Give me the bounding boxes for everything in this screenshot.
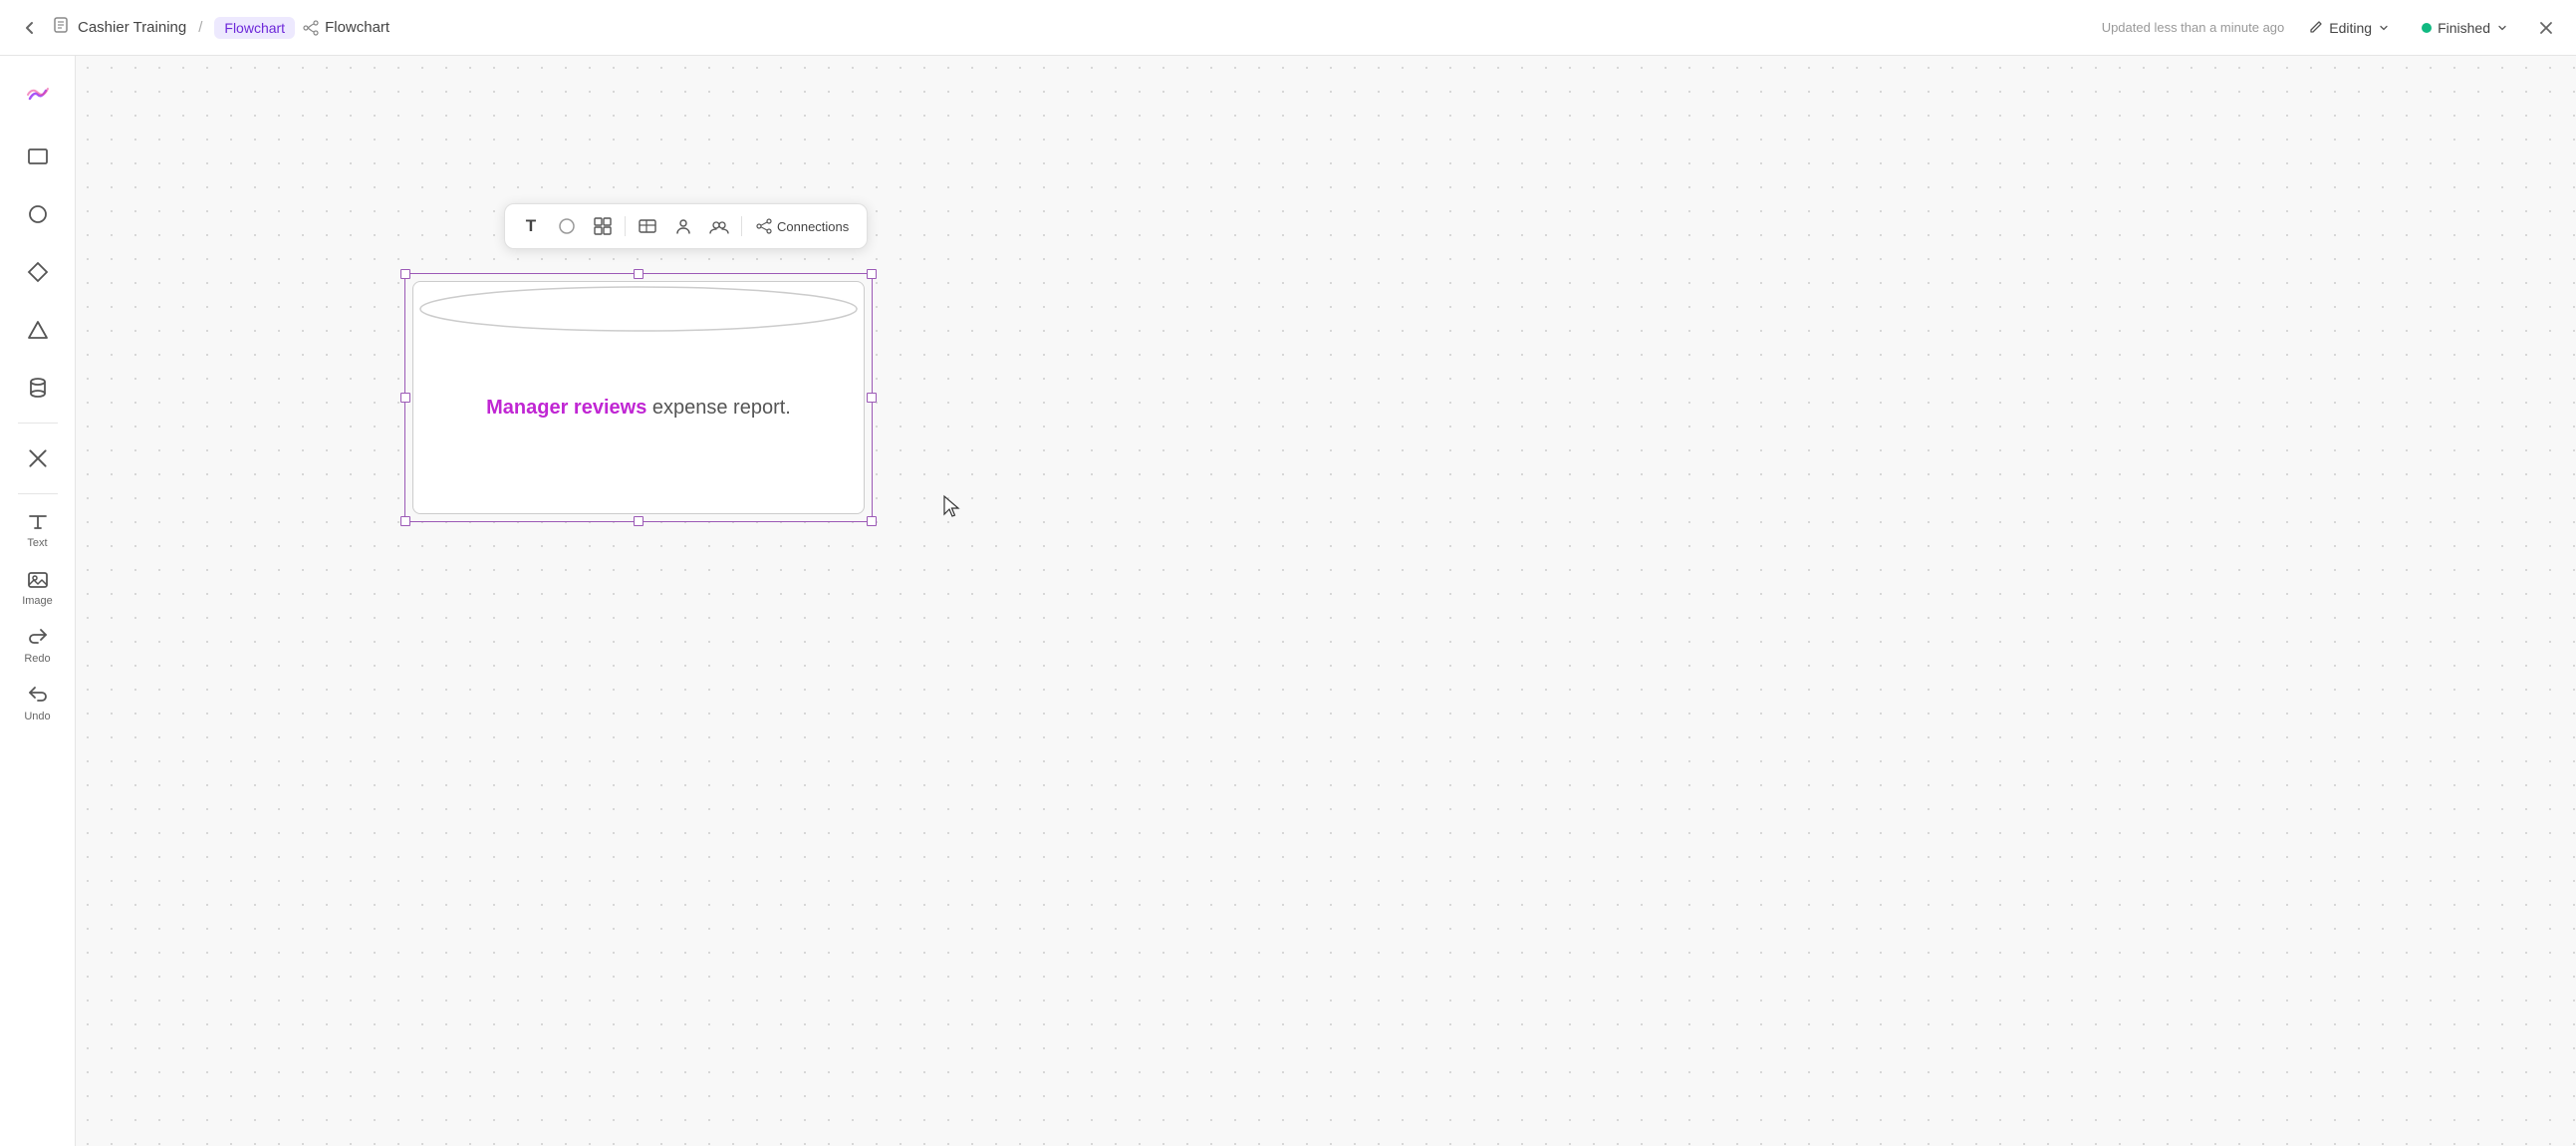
toolbar-layout-button[interactable] bbox=[587, 210, 619, 242]
connections-button[interactable]: Connections bbox=[748, 214, 857, 238]
header-right: Updated less than a minute ago Editing F… bbox=[2102, 14, 2560, 42]
sidebar-item-circle[interactable] bbox=[8, 187, 68, 241]
connections-label: Connections bbox=[777, 219, 849, 234]
header: Cashier Training / Flowchart Flowchart U… bbox=[0, 0, 2576, 56]
cylinder-ellipse-top bbox=[413, 282, 864, 337]
handle-bm[interactable] bbox=[634, 516, 644, 526]
toolbar-circle-button[interactable] bbox=[551, 210, 583, 242]
breadcrumb-flowchart-label: Flowchart bbox=[325, 19, 389, 36]
back-button[interactable] bbox=[16, 14, 44, 42]
toolbar-person-button[interactable] bbox=[667, 210, 699, 242]
close-button[interactable] bbox=[2532, 14, 2560, 42]
sidebar-text-label: Text bbox=[27, 537, 47, 549]
sidebar-item-text[interactable]: Text bbox=[8, 502, 68, 556]
header-left: Cashier Training / Flowchart Flowchart bbox=[16, 14, 389, 42]
breadcrumb-title: Cashier Training bbox=[78, 19, 186, 36]
sidebar-image-label: Image bbox=[22, 595, 53, 607]
handle-br[interactable] bbox=[867, 516, 877, 526]
cylinder-shape: Manager reviews expense report. bbox=[412, 281, 865, 514]
sidebar-item-delete[interactable] bbox=[8, 431, 68, 485]
toolbar-divider bbox=[625, 216, 626, 236]
pencil-icon bbox=[2308, 20, 2323, 35]
finished-label: Finished bbox=[2438, 20, 2490, 36]
sidebar-item-triangle[interactable] bbox=[8, 303, 68, 357]
finished-dot bbox=[2422, 23, 2432, 33]
sidebar-divider-1 bbox=[18, 423, 58, 424]
cursor bbox=[942, 494, 962, 523]
connections-icon bbox=[756, 218, 772, 234]
sidebar-logo bbox=[8, 68, 68, 122]
sidebar-redo-label: Redo bbox=[24, 653, 50, 665]
handle-bl[interactable] bbox=[400, 516, 410, 526]
sidebar-divider-2 bbox=[18, 493, 58, 494]
sidebar-undo-label: Undo bbox=[24, 711, 50, 722]
sidebar-item-rectangle[interactable] bbox=[8, 130, 68, 183]
handle-tl[interactable] bbox=[400, 269, 410, 279]
canvas[interactable]: T bbox=[76, 56, 2576, 1146]
toolbar-table-button[interactable] bbox=[632, 210, 663, 242]
x-icon bbox=[2537, 19, 2555, 37]
finished-button[interactable]: Finished bbox=[2414, 16, 2516, 40]
editing-label: Editing bbox=[2329, 20, 2372, 36]
text-highlighted: Manager reviews bbox=[486, 397, 646, 419]
text-normal: expense report. bbox=[646, 397, 791, 419]
shape-container[interactable]: Manager reviews expense report. bbox=[404, 273, 873, 522]
toolbar-group-button[interactable] bbox=[703, 210, 735, 242]
sidebar-item-diamond[interactable] bbox=[8, 245, 68, 299]
sidebar-item-cylinder[interactable] bbox=[8, 361, 68, 415]
sidebar-item-redo[interactable]: Redo bbox=[8, 618, 68, 672]
breadcrumb-sep: / bbox=[198, 19, 202, 36]
handle-mr[interactable] bbox=[867, 393, 877, 403]
sidebar-item-image[interactable]: Image bbox=[8, 560, 68, 614]
shape-text: Manager reviews expense report. bbox=[486, 394, 791, 422]
breadcrumb-doc-icon bbox=[52, 16, 70, 39]
toolbar-divider-2 bbox=[741, 216, 742, 236]
editing-button[interactable]: Editing bbox=[2300, 16, 2398, 40]
sidebar: Text Image Redo Undo bbox=[0, 56, 76, 1146]
chevron-down-icon-finished bbox=[2496, 22, 2508, 34]
chevron-down-icon bbox=[2378, 22, 2390, 34]
toolbar-text-button[interactable]: T bbox=[515, 210, 547, 242]
sidebar-item-undo[interactable]: Undo bbox=[8, 676, 68, 729]
floating-toolbar: T bbox=[504, 203, 868, 249]
updated-text: Updated less than a minute ago bbox=[2102, 20, 2285, 35]
handle-ml[interactable] bbox=[400, 393, 410, 403]
breadcrumb-flowchart: Flowchart bbox=[303, 19, 389, 36]
handle-tr[interactable] bbox=[867, 269, 877, 279]
handle-tm[interactable] bbox=[634, 269, 644, 279]
breadcrumb-active-tab[interactable]: Flowchart bbox=[214, 17, 295, 39]
